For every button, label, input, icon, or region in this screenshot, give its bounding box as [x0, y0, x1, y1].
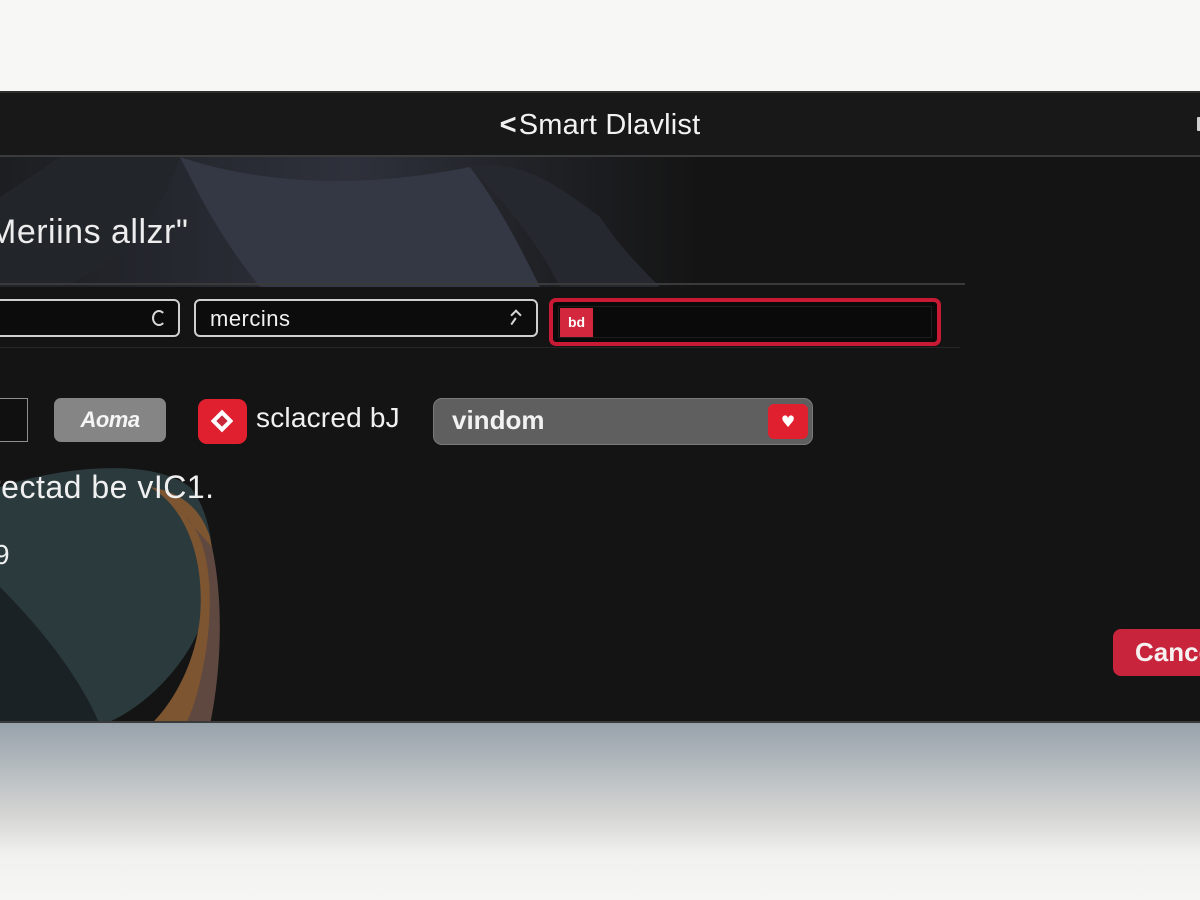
diamond-icon: [210, 409, 234, 433]
title-bar: <Smart Dlavlist: [0, 93, 1200, 157]
cancel-button[interactable]: Cancel: [1113, 629, 1200, 676]
status-text: rectad be vIC1.: [0, 469, 215, 505]
checkbox[interactable]: [0, 398, 28, 442]
diamond-button[interactable]: [198, 399, 247, 444]
smart-playlist-dialog: <Smart Dlavlist Meriins allzr" mercins b…: [0, 91, 1200, 723]
back-chevron-icon[interactable]: <: [500, 109, 517, 141]
rule-value-input[interactable]: bd: [549, 298, 941, 346]
tag-chip[interactable]: Aoma: [54, 398, 166, 442]
rule-operator-select[interactable]: mercins: [194, 299, 538, 337]
field-badge-icon: bd: [560, 308, 593, 337]
spinner-icon: [152, 310, 166, 326]
selected-by-value: vindom: [452, 405, 545, 435]
stepper-icon[interactable]: [510, 307, 524, 331]
desktop-backdrop-bottom: [0, 722, 1200, 900]
divider: [0, 283, 965, 285]
desktop-backdrop-top: [0, 0, 1200, 92]
rule-operator-value: mercins: [210, 306, 291, 331]
partial-text: 9: [0, 539, 10, 571]
dialog-title-text: Smart Dlavlist: [518, 109, 701, 141]
dropdown-arrow-icon[interactable]: ♥: [768, 404, 808, 439]
playlist-heading: Meriins allzr": [0, 213, 189, 251]
dialog-title: <Smart Dlavlist: [0, 109, 1200, 142]
divider: [0, 347, 960, 348]
rule-field-input[interactable]: [0, 299, 180, 337]
selected-by-label: sclacred bJ: [256, 402, 400, 433]
selected-by-dropdown[interactable]: vindom ♥: [433, 398, 813, 445]
